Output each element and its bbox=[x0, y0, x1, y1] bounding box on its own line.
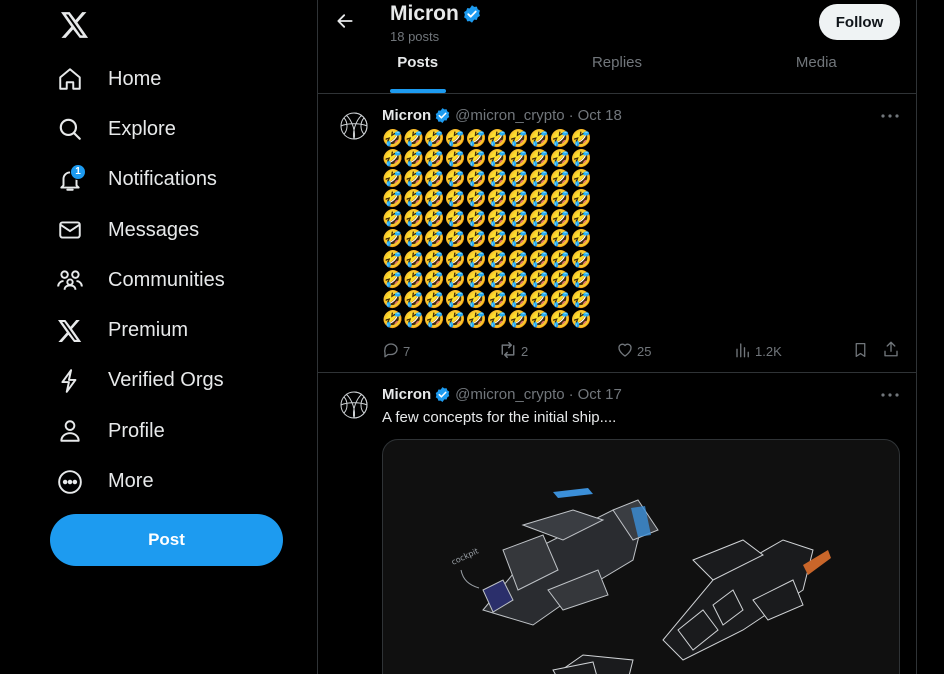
post[interactable]: Micron @micron_crypto · Oct 17 A few con… bbox=[318, 373, 916, 674]
repost-button[interactable]: 2 bbox=[498, 341, 528, 362]
nav-item-profile[interactable]: Profile bbox=[56, 406, 225, 456]
nav-label-more: More bbox=[108, 470, 154, 493]
left-sidebar: Home Explore 1 Notifications Messages Co… bbox=[0, 0, 318, 674]
repost-icon bbox=[498, 341, 521, 362]
share-icon[interactable] bbox=[882, 340, 903, 358]
post-author-name[interactable]: Micron bbox=[382, 107, 431, 124]
post-text: 🤣🤣🤣🤣🤣🤣🤣🤣🤣🤣🤣🤣🤣🤣🤣🤣🤣🤣🤣🤣🤣🤣🤣🤣🤣🤣🤣🤣🤣🤣🤣🤣🤣🤣🤣🤣🤣🤣🤣🤣… bbox=[382, 129, 592, 330]
notification-badge: 1 bbox=[70, 163, 86, 180]
nav-item-messages[interactable]: Messages bbox=[56, 205, 225, 255]
profile-name: Micron bbox=[390, 2, 459, 25]
tab-posts[interactable]: Posts bbox=[318, 43, 517, 93]
nav-item-premium[interactable]: Premium bbox=[56, 305, 225, 355]
reply-count: 7 bbox=[403, 344, 411, 359]
separator-dot: · bbox=[568, 386, 574, 403]
nav-item-communities[interactable]: Communities bbox=[56, 255, 225, 305]
view-count: 1.2K bbox=[755, 344, 782, 359]
avatar[interactable] bbox=[338, 110, 370, 142]
primary-nav: Home Explore 1 Notifications Messages Co… bbox=[56, 54, 225, 507]
nav-label-verified-orgs: Verified Orgs bbox=[108, 369, 224, 392]
avatar[interactable] bbox=[338, 389, 370, 421]
more-circle-icon bbox=[56, 468, 84, 496]
reply-button[interactable]: 7 bbox=[382, 341, 410, 362]
media-annotation: cockpit bbox=[450, 546, 480, 566]
x-logo-icon[interactable] bbox=[58, 8, 92, 42]
post-header: Micron @micron_crypto · Oct 18 bbox=[382, 107, 622, 124]
post[interactable]: Micron @micron_crypto · Oct 18 🤣🤣🤣🤣🤣🤣🤣🤣🤣… bbox=[318, 94, 916, 373]
nav-label-home: Home bbox=[108, 67, 162, 90]
heart-icon bbox=[616, 341, 637, 362]
people-icon bbox=[56, 266, 84, 294]
nav-item-home[interactable]: Home bbox=[56, 54, 225, 104]
separator-dot: · bbox=[568, 107, 574, 124]
envelope-icon bbox=[56, 216, 84, 244]
nav-label-explore: Explore bbox=[108, 117, 176, 140]
tab-media[interactable]: Media bbox=[717, 43, 916, 93]
post-timestamp[interactable]: Oct 18 bbox=[578, 107, 622, 124]
like-count: 25 bbox=[637, 344, 652, 359]
tab-replies-label: Replies bbox=[591, 53, 642, 71]
profile-tabs: Posts Replies Media bbox=[318, 43, 916, 93]
post-text: A few concepts for the initial ship.... bbox=[382, 409, 617, 426]
views-button[interactable]: 1.2K bbox=[734, 341, 782, 362]
search-icon bbox=[56, 115, 84, 143]
post-header: Micron @micron_crypto · Oct 17 bbox=[382, 386, 622, 403]
post-author-handle[interactable]: @micron_crypto bbox=[455, 386, 564, 403]
bookmark-icon[interactable] bbox=[852, 341, 872, 359]
x-logo-icon bbox=[56, 317, 84, 345]
verified-badge-icon bbox=[434, 107, 451, 124]
like-button[interactable]: 25 bbox=[616, 341, 651, 362]
more-options-icon[interactable] bbox=[880, 106, 900, 126]
nav-label-communities: Communities bbox=[108, 268, 225, 291]
active-tab-indicator bbox=[389, 89, 446, 93]
nav-item-verified-orgs[interactable]: Verified Orgs bbox=[56, 356, 225, 406]
post-button[interactable]: Post bbox=[50, 514, 283, 566]
home-icon bbox=[56, 65, 84, 93]
nav-item-more[interactable]: More bbox=[56, 456, 225, 506]
back-arrow-icon[interactable] bbox=[334, 10, 356, 32]
tab-posts-label: Posts bbox=[397, 53, 439, 71]
nav-item-notifications[interactable]: 1 Notifications bbox=[56, 155, 225, 205]
nav-item-explore[interactable]: Explore bbox=[56, 104, 225, 154]
post-author-handle[interactable]: @micron_crypto bbox=[455, 107, 564, 124]
lightning-icon bbox=[56, 367, 84, 395]
repost-count: 2 bbox=[521, 344, 529, 359]
verified-badge-icon bbox=[434, 386, 451, 403]
verified-badge-icon bbox=[462, 4, 482, 24]
analytics-icon bbox=[734, 341, 755, 362]
person-icon bbox=[56, 417, 84, 445]
more-options-icon[interactable] bbox=[880, 385, 900, 405]
follow-button[interactable]: Follow bbox=[819, 4, 900, 40]
post-count: 18 posts bbox=[390, 29, 440, 44]
nav-label-premium: Premium bbox=[108, 319, 189, 342]
reply-icon bbox=[382, 341, 403, 362]
post-author-name[interactable]: Micron bbox=[382, 386, 431, 403]
nav-label-messages: Messages bbox=[108, 218, 200, 241]
post-timestamp[interactable]: Oct 17 bbox=[578, 386, 622, 403]
nav-label-profile: Profile bbox=[108, 419, 165, 442]
profile-header: Micron 18 posts Follow Posts Replies Med… bbox=[318, 0, 916, 94]
page-title: Micron bbox=[390, 2, 486, 26]
bell-icon: 1 bbox=[56, 163, 86, 194]
tab-media-label: Media bbox=[795, 53, 837, 71]
tab-replies[interactable]: Replies bbox=[517, 43, 716, 93]
profile-timeline: Micron 18 posts Follow Posts Replies Med… bbox=[317, 0, 917, 674]
post-image[interactable]: cockpit bbox=[382, 439, 900, 674]
spaceship-concept-art: cockpit bbox=[450, 488, 831, 674]
nav-label-notifications: Notifications bbox=[108, 168, 217, 191]
